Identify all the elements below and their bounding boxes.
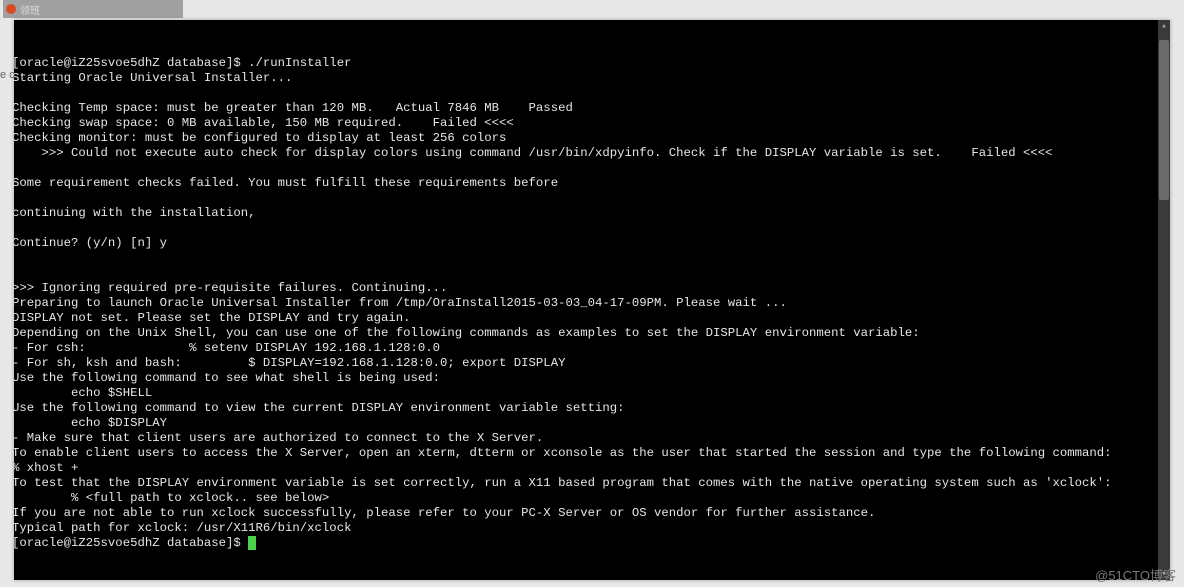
- terminal-line: % <full path to xclock.. see below>: [14, 491, 1170, 506]
- terminal-cursor: [248, 536, 256, 550]
- terminal-line: Checking monitor: must be configured to …: [14, 131, 1170, 146]
- browser-tab-bar: 领班: [3, 0, 183, 18]
- terminal-window[interactable]: [oracle@iZ25svoe5dhZ database]$ ./runIns…: [14, 20, 1170, 580]
- terminal-line: [14, 251, 1170, 266]
- scroll-up-arrow[interactable]: ▴: [1158, 20, 1170, 32]
- terminal-line: [14, 161, 1170, 176]
- terminal-line: DISPLAY not set. Please set the DISPLAY …: [14, 311, 1170, 326]
- terminal-line: continuing with the installation,: [14, 206, 1170, 221]
- terminal-line: Checking Temp space: must be greater tha…: [14, 101, 1170, 116]
- terminal-prompt-line[interactable]: [oracle@iZ25svoe5dhZ database]$: [14, 536, 1170, 551]
- terminal-line: To test that the DISPLAY environment var…: [14, 476, 1170, 491]
- terminal-line: % xhost +: [14, 461, 1170, 476]
- terminal-line: [14, 221, 1170, 236]
- terminal-line: Checking swap space: 0 MB available, 150…: [14, 116, 1170, 131]
- terminal-line: [14, 86, 1170, 101]
- terminal-line: echo $SHELL: [14, 386, 1170, 401]
- terminal-line: [oracle@iZ25svoe5dhZ database]$ ./runIns…: [14, 56, 1170, 71]
- tab-label[interactable]: 领班: [20, 2, 40, 17]
- watermark-text: @51CTO博客: [1095, 565, 1176, 584]
- terminal-scrollbar[interactable]: ▴ ▾: [1158, 20, 1170, 580]
- terminal-line: Typical path for xclock: /usr/X11R6/bin/…: [14, 521, 1170, 536]
- terminal-line: [14, 266, 1170, 281]
- terminal-line: If you are not able to run xclock succes…: [14, 506, 1170, 521]
- terminal-line: echo $DISPLAY: [14, 416, 1170, 431]
- terminal-line: Starting Oracle Universal Installer...: [14, 71, 1170, 86]
- terminal-line: >>> Ignoring required pre-requisite fail…: [14, 281, 1170, 296]
- tab-close-icon[interactable]: [6, 4, 16, 14]
- terminal-line: Preparing to launch Oracle Universal Ins…: [14, 296, 1170, 311]
- terminal-line: [14, 191, 1170, 206]
- terminal-line: - Make sure that client users are author…: [14, 431, 1170, 446]
- terminal-line: Continue? (y/n) [n] y: [14, 236, 1170, 251]
- terminal-line: - For sh, ksh and bash: $ DISPLAY=192.16…: [14, 356, 1170, 371]
- terminal-line: Depending on the Unix Shell, you can use…: [14, 326, 1170, 341]
- terminal-line: Use the following command to view the cu…: [14, 401, 1170, 416]
- terminal-line: Some requirement checks failed. You must…: [14, 176, 1170, 191]
- terminal-line: To enable client users to access the X S…: [14, 446, 1170, 461]
- terminal-output: [oracle@iZ25svoe5dhZ database]$ ./runIns…: [14, 50, 1170, 551]
- terminal-line: Use the following command to see what sh…: [14, 371, 1170, 386]
- terminal-line: >>> Could not execute auto check for dis…: [14, 146, 1170, 161]
- page-background-text: e c: [0, 69, 15, 81]
- scroll-thumb[interactable]: [1159, 40, 1169, 200]
- terminal-line: - For csh: % setenv DISPLAY 192.168.1.12…: [14, 341, 1170, 356]
